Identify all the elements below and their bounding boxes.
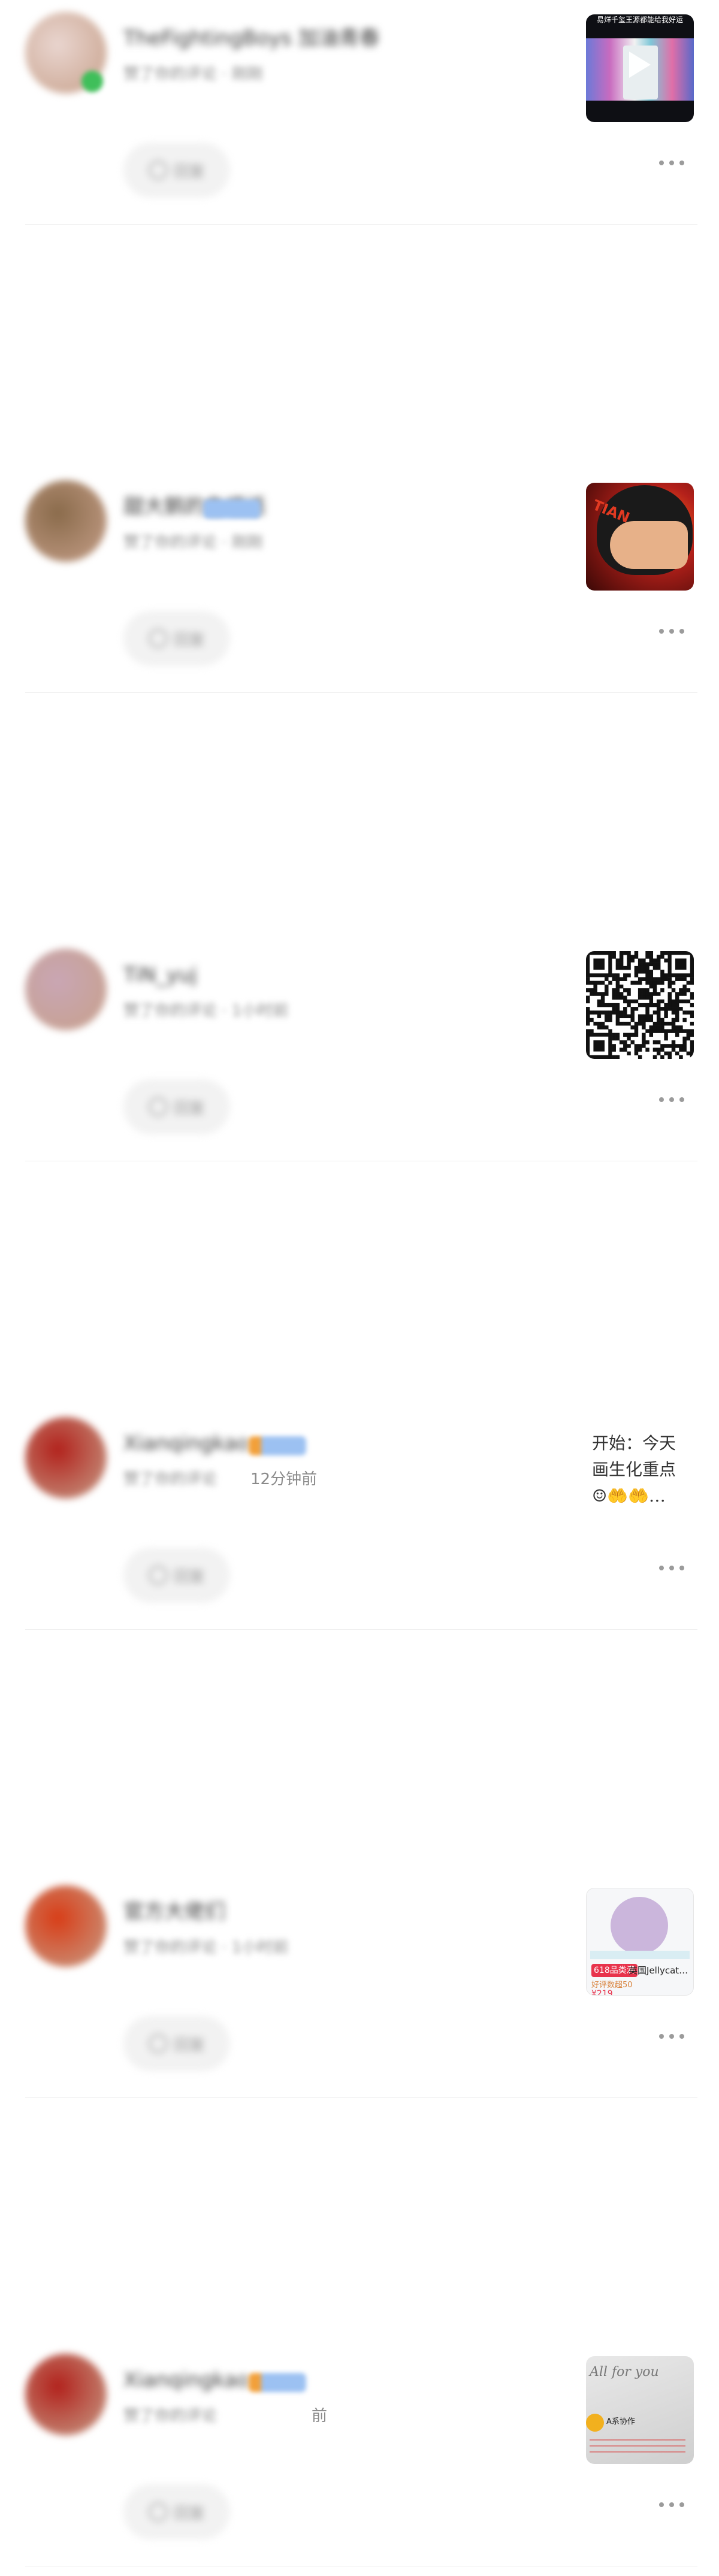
user-badge <box>203 500 261 519</box>
post-excerpt: 开始：今天画生化重点 ☺🤲🤲… <box>592 1430 694 1509</box>
notification-item[interactable]: TiN_yuj 赞了你的评论 · 1小时前回复 <box>0 937 719 1171</box>
dot <box>679 2034 684 2039</box>
notification-item[interactable]: Xianqingkao 赞了你的评论 12分钟前回复 开始：今天画生化重点 ☺🤲🤲… <box>0 1405 719 1639</box>
weibo-logo-icon <box>586 2414 604 2432</box>
dot <box>659 1566 664 1570</box>
divider <box>25 1629 697 1630</box>
notification-item[interactable]: TheFightingBoys 加油青春赞了你的评论 · 刚刚回复 易烊千玺王源都… <box>0 0 719 234</box>
reply-button[interactable]: 回复 <box>123 143 230 198</box>
product-name: 英国Jellycat… <box>629 1965 688 1976</box>
profile-lines <box>590 2439 685 2456</box>
notification-item[interactable]: Xianqingkao 赞了你的评论 前回复 All for you A系协作 <box>0 2342 719 2576</box>
more-options-icon[interactable] <box>659 1095 684 1104</box>
reply-icon <box>148 1097 168 1116</box>
online-status-icon <box>81 71 103 92</box>
brush-text: All for you <box>590 2365 659 2380</box>
reply-label: 回复 <box>173 162 205 181</box>
notification-thumbnail[interactable]: All for you A系协作 <box>586 2356 694 2464</box>
video-title: 易烊千玺王源都能给我好运 <box>596 16 683 24</box>
username[interactable]: Xianqingkao <box>123 1431 249 1455</box>
username[interactable]: 官方大佬们 <box>123 1900 225 1924</box>
face-graphic <box>610 521 688 569</box>
reply-button[interactable]: 回复 <box>123 611 230 666</box>
dot <box>679 1097 684 1102</box>
notification-thumbnail[interactable]: 开始：今天画生化重点 ☺🤲🤲… <box>586 1419 694 1527</box>
reply-button[interactable]: 回复 <box>123 1079 230 1134</box>
dot <box>679 161 684 165</box>
reply-label: 回复 <box>173 2504 205 2523</box>
divider <box>25 224 697 225</box>
reply-label: 回复 <box>173 1567 205 1586</box>
notification-description: 赞了你的评论 · 1小时前 <box>123 1002 289 1020</box>
avatar[interactable] <box>25 480 107 562</box>
notification-description: 赞了你的评论 <box>123 2407 217 2425</box>
notification-item[interactable]: 甜大鹅的各项活 赞了你的评论 · 刚刚 回复 TIAN <box>0 468 719 703</box>
more-options-icon[interactable] <box>659 2032 684 2041</box>
notification-time: 12分钟前 <box>250 1470 318 1488</box>
reply-icon <box>148 1566 168 1585</box>
dot <box>669 629 674 634</box>
dot <box>679 629 684 634</box>
dot <box>679 2502 684 2507</box>
dot <box>659 161 664 165</box>
divider <box>25 2097 697 2098</box>
profile-name: A系协作 <box>606 2417 635 2426</box>
username[interactable]: TiN_yuj <box>123 963 197 987</box>
reply-icon <box>148 2034 168 2053</box>
more-options-icon[interactable] <box>659 2501 684 2509</box>
user-badge <box>249 1436 306 1455</box>
reply-button[interactable]: 回复 <box>123 2016 230 2071</box>
reply-icon <box>148 161 168 180</box>
notification-thumbnail[interactable] <box>586 951 694 1059</box>
reply-label: 回复 <box>173 631 205 649</box>
notification-description: 赞了你的评论 <box>123 1470 217 1488</box>
play-icon <box>629 52 651 78</box>
more-options-icon[interactable] <box>659 1564 684 1572</box>
dot <box>669 1566 674 1570</box>
product-review: 好评数超50 <box>591 1981 633 1990</box>
avatar[interactable] <box>25 2354 107 2435</box>
dot <box>669 1097 674 1102</box>
excerpt-line: 画生化重点 <box>592 1460 676 1479</box>
product-image <box>611 1897 668 1954</box>
excerpt-line: ☺🤲🤲… <box>592 1486 666 1506</box>
username[interactable]: Xianqingkao <box>123 2368 249 2392</box>
more-options-icon[interactable] <box>659 627 684 635</box>
user-badge <box>249 2373 306 2392</box>
divider <box>25 692 697 693</box>
notification-thumbnail[interactable]: 618品类满 英国Jellycat… 好评数超50 ¥219 <box>586 1888 694 1996</box>
avatar[interactable] <box>25 1885 107 1967</box>
reply-label: 回复 <box>173 1099 205 1118</box>
reply-icon <box>148 629 168 648</box>
dot <box>669 161 674 165</box>
dot <box>679 1566 684 1570</box>
reply-label: 回复 <box>173 2036 205 2054</box>
notification-thumbnail[interactable]: TIAN <box>586 483 694 591</box>
notification-description: 赞了你的评论 · 刚刚 <box>123 534 263 552</box>
notification-time: 前 <box>312 2407 328 2425</box>
dot <box>659 2502 664 2507</box>
excerpt-line: 开始：今天 <box>592 1433 676 1453</box>
reply-button[interactable]: 回复 <box>123 1548 230 1603</box>
promo-banner <box>590 1951 690 1959</box>
avatar[interactable] <box>25 949 107 1030</box>
qr-code-icon <box>586 951 694 1059</box>
dot <box>669 2502 674 2507</box>
reply-button[interactable]: 回复 <box>123 2484 230 2539</box>
avatar[interactable] <box>25 1417 107 1499</box>
notification-description: 赞了你的评论 · 1小时前 <box>123 1939 289 1957</box>
more-options-icon[interactable] <box>659 159 684 167</box>
notification-list: TheFightingBoys 加油青春 赞了你的评论 · 刚刚 回复 易烊千玺王源都… <box>0 0 719 2566</box>
notification-thumbnail[interactable]: 易烊千玺王源都能给我好运 <box>586 14 694 122</box>
username[interactable]: TheFightingBoys 加油青春 <box>123 26 380 50</box>
dot <box>669 2034 674 2039</box>
product-price: ¥219 <box>591 1989 613 1996</box>
notification-item[interactable]: 官方大佬们 赞了你的评论 · 1小时前 回复 618品类满 英国Jellycat… 好评数… <box>0 1873 719 2108</box>
dot <box>659 629 664 634</box>
reply-icon <box>148 2502 168 2521</box>
notification-description: 赞了你的评论 · 刚刚 <box>123 65 263 83</box>
dot <box>659 2034 664 2039</box>
dot <box>659 1097 664 1102</box>
